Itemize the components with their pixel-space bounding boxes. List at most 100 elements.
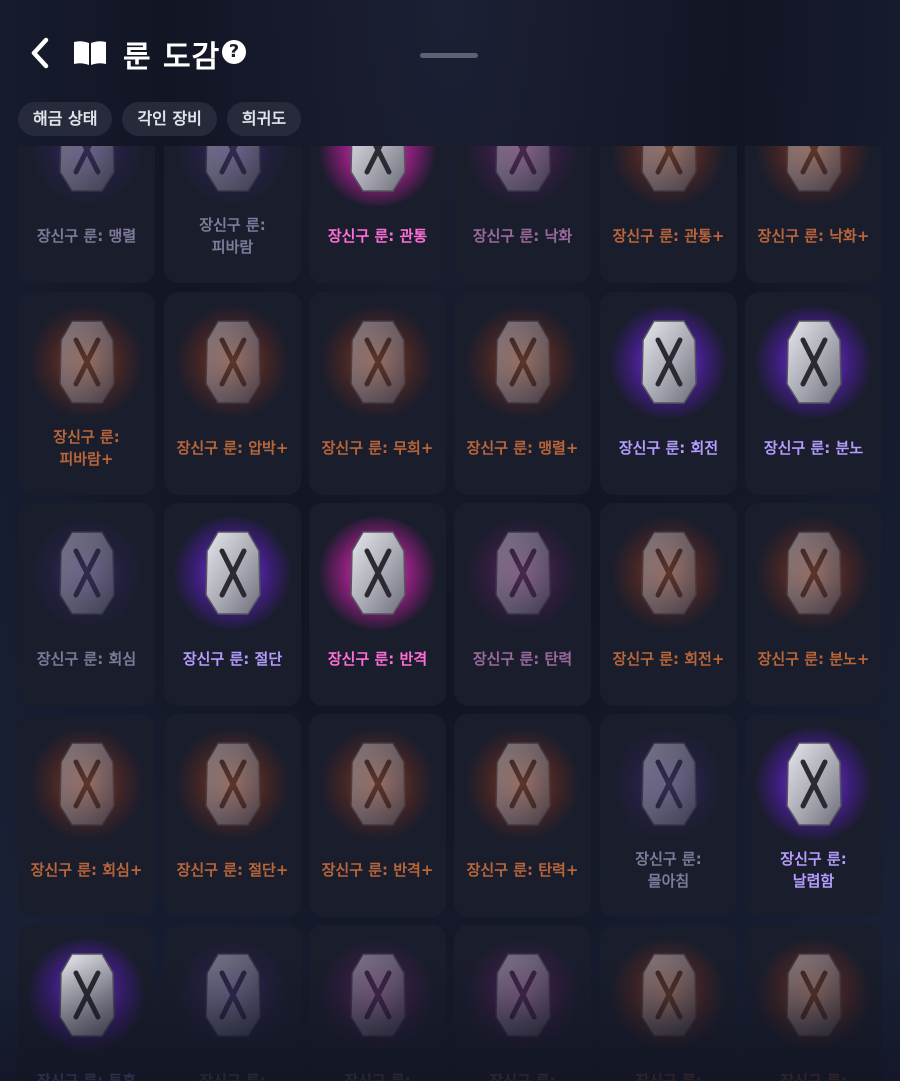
rune-stone-icon (58, 740, 116, 828)
filter-engraved-equipment[interactable]: 각인 장비 (122, 102, 217, 136)
rune-card[interactable]: 장신구 룬: 반격 (309, 503, 446, 706)
rune-stone-icon (640, 529, 698, 617)
rune-name: 장신구 룬: 탄력+ (466, 861, 579, 879)
rune-name: 장신구 룬: 회전+ (612, 650, 725, 668)
rune-name: 장신구 룬: 반격+ (321, 861, 434, 879)
rune-name: 장신구 룬: (780, 1072, 847, 1081)
rune-stone-icon (640, 951, 698, 1039)
rune-stone-icon (494, 146, 552, 194)
rune-card[interactable]: 장신구 룬: 회심+ (18, 714, 155, 917)
rune-name: 장신구 룬: 회전 (618, 439, 719, 457)
rune-stone-icon (494, 740, 552, 828)
rune-stone-icon (349, 318, 407, 406)
rune-stone-icon (494, 529, 552, 617)
rune-name: 장신구 룬: 맹렬+ (466, 439, 579, 457)
rune-card[interactable]: 장신구 룬: 반격+ (309, 714, 446, 917)
rune-name: 장신구 룬: 반격 (327, 650, 428, 668)
rune-card[interactable]: 장신구 룬: (164, 925, 301, 1081)
rune-name: 장신구 룬: 관통+ (612, 227, 725, 245)
rune-name: 장신구 룬: (489, 1072, 556, 1081)
rune-name: 장신구 룬: (199, 1072, 266, 1081)
page-title: 룬 도감 (123, 40, 221, 75)
filter-unlock-status[interactable]: 해금 상태 (18, 102, 113, 136)
rune-stone-icon (58, 146, 116, 194)
rune-card[interactable]: 장신구 룬: 낙화 (454, 146, 591, 283)
rune-card[interactable]: 장신구 룬: 관통+ (600, 146, 737, 283)
rune-name: 장신구 룬: 맹렬 (36, 227, 137, 245)
rune-card[interactable]: 장신구 룬: 몰아침 (600, 714, 737, 917)
book-icon (74, 41, 106, 65)
rune-stone-icon (785, 951, 843, 1039)
rune-stone-icon (58, 529, 116, 617)
help-icon[interactable]: ? (222, 40, 246, 64)
rune-card[interactable]: 장신구 룬: 압박+ (164, 292, 301, 495)
rune-stone-icon (349, 951, 407, 1039)
rune-card[interactable]: 장신구 룬: 탄력+ (454, 714, 591, 917)
rune-name: 장신구 룬: 낙화+ (757, 227, 870, 245)
rune-stone-icon (785, 740, 843, 828)
rune-card[interactable]: 장신구 룬: 피바람 (164, 146, 301, 283)
rune-stone-icon (204, 318, 262, 406)
rune-name: 장신구 룬: 날렵함 (780, 850, 847, 890)
rune-stone-icon (204, 951, 262, 1039)
rune-stone-icon (204, 740, 262, 828)
rune-stone-icon (204, 529, 262, 617)
drag-handle[interactable] (420, 53, 478, 58)
rune-card[interactable]: 장신구 룬: 피바람+ (18, 292, 155, 495)
rune-name: 장신구 룬: 분노 (763, 439, 864, 457)
rune-card[interactable]: 장신구 룬: 절단+ (164, 714, 301, 917)
rune-card[interactable]: 장신구 룬: (600, 925, 737, 1081)
rune-stone-icon (349, 740, 407, 828)
rune-grid: 장신구 룬: 맹렬 장신구 룬: 피바람 장신구 룬: 관통 장신구 룬: 낙화 장신구… (18, 146, 883, 1081)
filter-rarity[interactable]: 희귀도 (226, 102, 302, 136)
rune-name: 장신구 룬: 압박+ (176, 439, 289, 457)
rune-card[interactable]: 장신구 룬: 절단 (164, 503, 301, 706)
rune-stone-icon (349, 529, 407, 617)
rune-name: 장신구 룬: 회심+ (30, 861, 143, 879)
filter-bar: 해금 상태 각인 장비 희귀도 (18, 102, 302, 136)
rune-stone-icon (494, 951, 552, 1039)
rune-card[interactable]: 장신구 룬: 낙화+ (745, 146, 882, 283)
rune-name: 장신구 룬: (635, 1072, 702, 1081)
rune-card[interactable]: 장신구 룬: (745, 925, 882, 1081)
rune-name: 장신구 룬: 분노+ (757, 650, 870, 668)
rune-card[interactable]: 장신구 룬: 관통 (309, 146, 446, 283)
rune-card[interactable]: 장신구 룬: 탄력 (454, 503, 591, 706)
rune-stone-icon (349, 146, 407, 194)
rune-stone-icon (785, 318, 843, 406)
rune-name: 장신구 룬: 투혼 (36, 1072, 137, 1081)
rune-stone-icon (204, 146, 262, 194)
rune-name: 장신구 룬: (344, 1072, 411, 1081)
chevron-left-icon[interactable] (26, 36, 56, 70)
rune-name: 장신구 룬: 관통 (327, 227, 428, 245)
header: 룬 도감 ? (0, 0, 900, 100)
rune-name: 장신구 룬: 무희+ (321, 439, 434, 457)
rune-card[interactable]: 장신구 룬: 날렵함 (745, 714, 882, 917)
rune-name: 장신구 룬: 회심 (36, 650, 137, 668)
rune-card[interactable]: 장신구 룬: 투혼 (18, 925, 155, 1081)
rune-stone-icon (494, 318, 552, 406)
rune-stone-icon (785, 529, 843, 617)
rune-stone-icon (785, 146, 843, 194)
rune-card[interactable]: 장신구 룬: 분노 (745, 292, 882, 495)
rune-name: 장신구 룬: 낙화 (472, 227, 573, 245)
rune-stone-icon (58, 951, 116, 1039)
rune-name: 장신구 룬: 몰아침 (635, 850, 702, 890)
rune-card[interactable]: 장신구 룬: 회전+ (600, 503, 737, 706)
rune-card[interactable]: 장신구 룬: 회심 (18, 503, 155, 706)
rune-card[interactable]: 장신구 룬: 무희+ (309, 292, 446, 495)
rune-name: 장신구 룬: 절단 (182, 650, 283, 668)
rune-card[interactable]: 장신구 룬: 맹렬+ (454, 292, 591, 495)
rune-card[interactable]: 장신구 룬: (309, 925, 446, 1081)
rune-card[interactable]: 장신구 룬: 회전 (600, 292, 737, 495)
rune-name: 장신구 룬: 피바람+ (53, 428, 120, 468)
rune-card[interactable]: 장신구 룬: (454, 925, 591, 1081)
rune-stone-icon (640, 740, 698, 828)
rune-card[interactable]: 장신구 룬: 맹렬 (18, 146, 155, 283)
rune-stone-icon (640, 146, 698, 194)
rune-stone-icon (58, 318, 116, 406)
rune-stone-icon (640, 318, 698, 406)
rune-name: 장신구 룬: 탄력 (472, 650, 573, 668)
rune-card[interactable]: 장신구 룬: 분노+ (745, 503, 882, 706)
rune-name: 장신구 룬: 피바람 (199, 216, 266, 256)
